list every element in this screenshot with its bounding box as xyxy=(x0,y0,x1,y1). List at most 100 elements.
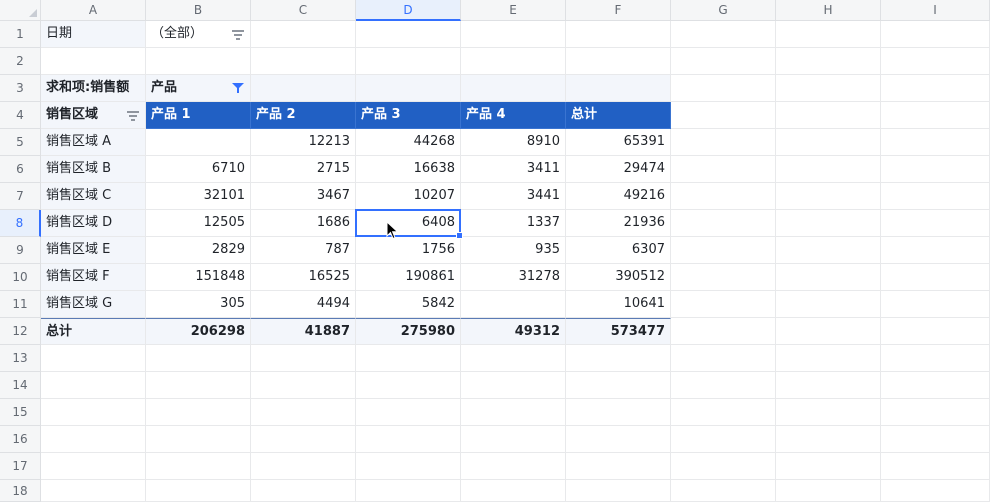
row-header-13[interactable]: 13 xyxy=(0,345,41,372)
empty-cell[interactable] xyxy=(776,291,881,318)
empty-cell[interactable] xyxy=(776,264,881,291)
empty-cell[interactable] xyxy=(881,183,990,210)
empty-cell[interactable] xyxy=(881,237,990,264)
empty-cell[interactable] xyxy=(776,183,881,210)
empty-cell[interactable] xyxy=(41,480,146,502)
value-cell[interactable]: 10207 xyxy=(356,183,461,210)
empty-cell[interactable] xyxy=(461,426,566,453)
empty-cell[interactable] xyxy=(881,21,990,48)
row-header-4[interactable]: 4 xyxy=(0,102,41,129)
row-header-12[interactable]: 12 xyxy=(0,318,41,345)
empty-cell[interactable] xyxy=(671,426,776,453)
row-total-cell[interactable]: 21936 xyxy=(566,210,671,237)
empty-cell[interactable] xyxy=(776,75,881,102)
empty-cell[interactable] xyxy=(41,453,146,480)
empty-cell[interactable] xyxy=(356,21,461,48)
region-label-cell[interactable]: 销售区域 E xyxy=(41,237,146,264)
empty-cell[interactable] xyxy=(776,210,881,237)
empty-cell[interactable] xyxy=(881,372,990,399)
empty-cell[interactable] xyxy=(566,426,671,453)
empty-cell[interactable] xyxy=(671,129,776,156)
value-cell[interactable]: 12213 xyxy=(251,129,356,156)
value-cell[interactable]: 8910 xyxy=(461,129,566,156)
value-cell[interactable]: 1337 xyxy=(461,210,566,237)
empty-cell[interactable] xyxy=(881,210,990,237)
value-cell[interactable]: 1756 xyxy=(356,237,461,264)
value-cell[interactable]: 6408 xyxy=(356,210,461,237)
empty-cell[interactable] xyxy=(776,237,881,264)
value-cell[interactable]: 151848 xyxy=(146,264,251,291)
value-cell[interactable]: 16638 xyxy=(356,156,461,183)
region-label-cell[interactable]: 销售区域 A xyxy=(41,129,146,156)
empty-cell[interactable] xyxy=(356,372,461,399)
row-header-6[interactable]: 6 xyxy=(0,156,41,183)
empty-cell[interactable] xyxy=(881,399,990,426)
value-cell[interactable]: 3441 xyxy=(461,183,566,210)
empty-cell[interactable] xyxy=(671,480,776,502)
value-cell[interactable]: 4494 xyxy=(251,291,356,318)
empty-cell[interactable] xyxy=(356,453,461,480)
empty-cell[interactable] xyxy=(356,345,461,372)
empty-cell[interactable] xyxy=(671,345,776,372)
row-header-14[interactable]: 14 xyxy=(0,372,41,399)
value-cell[interactable]: 935 xyxy=(461,237,566,264)
empty-cell[interactable] xyxy=(776,48,881,75)
empty-cell[interactable] xyxy=(881,345,990,372)
pivot-column-header[interactable]: 产品 4 xyxy=(461,102,566,129)
empty-cell[interactable] xyxy=(41,372,146,399)
column-header-h[interactable]: H xyxy=(776,0,881,21)
column-header-g[interactable]: G xyxy=(671,0,776,21)
spreadsheet-grid[interactable]: ABCDEFGHI 1 2 3 4 5 6 7 8 9 10 11 12 13 14 15 16 17 18 日期… xyxy=(0,0,990,502)
empty-cell[interactable] xyxy=(461,21,566,48)
column-header-a[interactable]: A xyxy=(41,0,146,21)
empty-cell[interactable] xyxy=(776,426,881,453)
empty-cell[interactable] xyxy=(881,318,990,345)
empty-cell[interactable] xyxy=(671,399,776,426)
empty-cell[interactable] xyxy=(251,372,356,399)
empty-cell[interactable] xyxy=(881,75,990,102)
column-field-cell[interactable]: 产品 xyxy=(146,75,251,102)
empty-cell[interactable] xyxy=(881,102,990,129)
value-cell[interactable]: 2715 xyxy=(251,156,356,183)
row-header-10[interactable]: 10 xyxy=(0,264,41,291)
empty-cell[interactable] xyxy=(146,345,251,372)
value-cell[interactable]: 5842 xyxy=(356,291,461,318)
empty-cell[interactable] xyxy=(356,399,461,426)
empty-cell[interactable] xyxy=(671,453,776,480)
empty-cell[interactable] xyxy=(881,291,990,318)
grand-total-cell[interactable]: 206298 xyxy=(146,318,251,345)
column-header-f[interactable]: F xyxy=(566,0,671,21)
row-header-7[interactable]: 7 xyxy=(0,183,41,210)
empty-cell[interactable] xyxy=(461,75,566,102)
empty-cell[interactable] xyxy=(671,264,776,291)
empty-cell[interactable] xyxy=(776,480,881,502)
value-cell[interactable]: 787 xyxy=(251,237,356,264)
region-label-cell[interactable]: 销售区域 G xyxy=(41,291,146,318)
empty-cell[interactable] xyxy=(251,345,356,372)
filter-lines-icon[interactable] xyxy=(232,30,244,40)
empty-cell[interactable] xyxy=(251,75,356,102)
column-header-b[interactable]: B xyxy=(146,0,251,21)
row-header-18[interactable]: 18 xyxy=(0,480,41,502)
row-total-cell[interactable]: 10641 xyxy=(566,291,671,318)
empty-cell[interactable] xyxy=(461,372,566,399)
empty-cell[interactable] xyxy=(566,399,671,426)
empty-cell[interactable] xyxy=(41,426,146,453)
row-header-9[interactable]: 9 xyxy=(0,237,41,264)
empty-cell[interactable] xyxy=(251,48,356,75)
empty-cell[interactable] xyxy=(776,399,881,426)
empty-cell[interactable] xyxy=(461,345,566,372)
value-cell[interactable]: 31278 xyxy=(461,264,566,291)
row-header-17[interactable]: 17 xyxy=(0,453,41,480)
value-cell[interactable]: 44268 xyxy=(356,129,461,156)
value-cell[interactable]: 190861 xyxy=(356,264,461,291)
row-total-cell[interactable]: 390512 xyxy=(566,264,671,291)
value-cell[interactable] xyxy=(146,129,251,156)
empty-cell[interactable] xyxy=(566,21,671,48)
row-total-cell[interactable]: 49216 xyxy=(566,183,671,210)
row-field-cell[interactable]: 销售区域 xyxy=(41,102,146,129)
column-header-d[interactable]: D xyxy=(356,0,461,21)
filter-label-cell[interactable]: 日期 xyxy=(41,21,146,48)
empty-cell[interactable] xyxy=(146,399,251,426)
empty-cell[interactable] xyxy=(881,426,990,453)
